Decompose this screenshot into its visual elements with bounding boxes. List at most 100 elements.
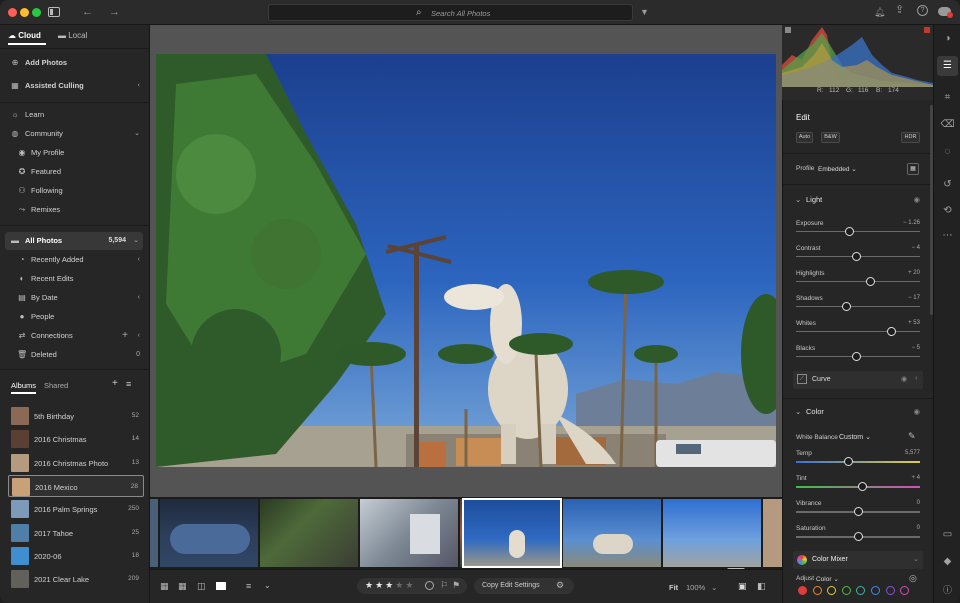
- versions-icon[interactable]: ⟲: [940, 205, 955, 216]
- star-icon[interactable]: ★: [395, 580, 403, 590]
- star-icon[interactable]: ★: [405, 580, 413, 590]
- main-photo[interactable]: [156, 54, 776, 467]
- filmstrip-thumb[interactable]: [663, 499, 761, 567]
- reject-circle-icon[interactable]: [425, 581, 434, 590]
- add-photos-button[interactable]: ⊕ Add Photos: [0, 54, 150, 72]
- color-mixer-header[interactable]: Color Mixer ⌄: [793, 551, 923, 569]
- slider-knob[interactable]: [865, 277, 875, 286]
- mixer-color-swatch[interactable]: [885, 586, 895, 595]
- my-profile-item[interactable]: ◉ My Profile: [0, 144, 150, 162]
- community-item[interactable]: ◍ Community ⌄: [0, 125, 150, 143]
- filmstrip-thumb[interactable]: [150, 499, 158, 567]
- edit-sliders-icon[interactable]: ☰: [937, 56, 958, 76]
- chevron-down-icon[interactable]: ⌄: [711, 583, 717, 592]
- minimize-window-button[interactable]: [20, 8, 29, 17]
- zoom-level[interactable]: 100%: [686, 583, 705, 592]
- more-options-icon[interactable]: ⋯: [940, 230, 955, 241]
- slider-track[interactable]: [796, 252, 920, 261]
- slider-knob[interactable]: [886, 327, 896, 336]
- sidebar-toggle-icon[interactable]: [48, 7, 60, 17]
- color-section-header[interactable]: ⌄ Color ◉: [783, 407, 934, 423]
- slider-track[interactable]: [796, 532, 920, 541]
- star-icon[interactable]: ★: [365, 580, 373, 590]
- sort-icon[interactable]: ≡: [126, 379, 131, 389]
- filmstrip-thumb-selected[interactable]: [462, 498, 562, 568]
- deleted-item[interactable]: 🗑︎ Deleted 0: [0, 346, 150, 364]
- target-adjust-icon[interactable]: ◎: [909, 573, 917, 584]
- filmstrip-thumb[interactable]: [360, 499, 458, 567]
- bw-button[interactable]: B&W: [821, 132, 840, 143]
- mixer-color-swatch[interactable]: [812, 586, 822, 595]
- all-photos-item[interactable]: ▬ All Photos 5,594 ⌄: [5, 232, 143, 250]
- slider-knob[interactable]: [844, 227, 854, 236]
- visibility-eye-icon[interactable]: ◉: [913, 195, 920, 204]
- unflag-icon[interactable]: ⚑: [452, 580, 460, 591]
- healing-icon[interactable]: ⌫: [940, 119, 955, 130]
- chevron-down-icon[interactable]: ⌄: [264, 581, 271, 590]
- remixes-item[interactable]: ⤳ Remixes: [0, 201, 150, 219]
- photo-grid-icon[interactable]: ▦: [178, 581, 187, 592]
- hdr-button[interactable]: HDR: [901, 132, 920, 143]
- recent-edits-item[interactable]: ◐ Recent Edits: [0, 270, 150, 288]
- info-icon[interactable]: ⓘ: [940, 583, 955, 596]
- album-item[interactable]: 2017 Tahoe 25: [8, 522, 144, 544]
- clipping-shadows-toggle[interactable]: [785, 27, 791, 33]
- learn-item[interactable]: ☼ Learn: [0, 106, 150, 124]
- copy-edit-settings-button[interactable]: Copy Edit Settings ⚙: [474, 578, 574, 594]
- add-album-icon[interactable]: +: [112, 378, 118, 389]
- compare-view-icon[interactable]: ◫: [197, 581, 206, 592]
- curve-section-header[interactable]: ⟋ Curve ◉ ‹: [793, 371, 923, 389]
- slider-track[interactable]: [796, 482, 920, 491]
- masking-icon[interactable]: ◌: [940, 146, 955, 157]
- sort-lines-icon[interactable]: ≡: [246, 581, 251, 591]
- tab-albums[interactable]: Albums: [11, 381, 36, 390]
- image-info-icon[interactable]: ▣: [738, 581, 747, 592]
- album-item[interactable]: 2016 Christmas Photo 13: [8, 452, 144, 474]
- slider-track[interactable]: [796, 277, 920, 286]
- cloud-sync-icon[interactable]: [938, 7, 953, 18]
- detail-view-icon[interactable]: [216, 582, 226, 590]
- adjust-dropdown[interactable]: Color ⌄: [816, 575, 839, 583]
- connections-item[interactable]: ⇄ Connections + ‹: [0, 327, 150, 345]
- slider-knob[interactable]: [853, 532, 863, 541]
- flag-icon[interactable]: ⚐: [440, 580, 448, 591]
- clipping-highlights-toggle[interactable]: [924, 27, 930, 33]
- presets-icon[interactable]: ◑: [940, 33, 955, 44]
- album-item[interactable]: 5th Birthday 52: [8, 405, 144, 427]
- filmstrip-thumb[interactable]: [260, 499, 358, 567]
- slider-track[interactable]: [796, 302, 920, 311]
- slider-track[interactable]: [796, 507, 920, 516]
- mixer-color-swatch[interactable]: [841, 586, 851, 595]
- visibility-eye-icon[interactable]: ◉: [913, 407, 920, 416]
- close-window-button[interactable]: [8, 8, 17, 17]
- album-item[interactable]: 2016 Mexico 28: [8, 474, 144, 497]
- filmstrip-thumb[interactable]: [160, 499, 258, 567]
- album-item[interactable]: 2020-06 18: [8, 545, 144, 567]
- slider-knob[interactable]: [852, 352, 862, 361]
- star-icon[interactable]: ★: [385, 580, 393, 590]
- tab-cloud[interactable]: ☁ Cloud: [8, 31, 41, 40]
- notification-bell-icon[interactable]: 🔔︎: [874, 6, 885, 18]
- slider-track[interactable]: [796, 457, 920, 466]
- square-grid-icon[interactable]: ▦: [160, 581, 169, 592]
- back-arrow-icon[interactable]: ←: [82, 6, 93, 18]
- tab-shared[interactable]: Shared: [44, 381, 68, 390]
- slider-track[interactable]: [796, 352, 920, 361]
- light-section-header[interactable]: ⌄ Light ◉: [783, 195, 934, 211]
- help-icon[interactable]: ?: [917, 5, 928, 16]
- forward-arrow-icon[interactable]: →: [109, 6, 120, 18]
- slider-knob[interactable]: [843, 457, 853, 466]
- album-item[interactable]: 2016 Palm Springs 250: [8, 498, 144, 520]
- album-item[interactable]: 2021 Clear Lake 209: [8, 568, 144, 590]
- share-icon[interactable]: ⇪: [895, 4, 904, 16]
- tag-icon[interactable]: ◆: [940, 556, 955, 567]
- fit-button[interactable]: Fit: [669, 583, 678, 592]
- visibility-eye-icon[interactable]: ◉: [901, 375, 907, 383]
- crop-icon[interactable]: ⌗: [940, 92, 955, 103]
- filter-icon[interactable]: ▼: [640, 6, 649, 18]
- mixer-color-swatch[interactable]: [798, 586, 807, 595]
- assisted-culling-item[interactable]: ▦ Assisted Culling ‹: [0, 77, 150, 95]
- zoom-window-button[interactable]: [32, 8, 41, 17]
- featured-item[interactable]: ✪ Featured: [0, 163, 150, 181]
- history-icon[interactable]: ↺: [940, 179, 955, 190]
